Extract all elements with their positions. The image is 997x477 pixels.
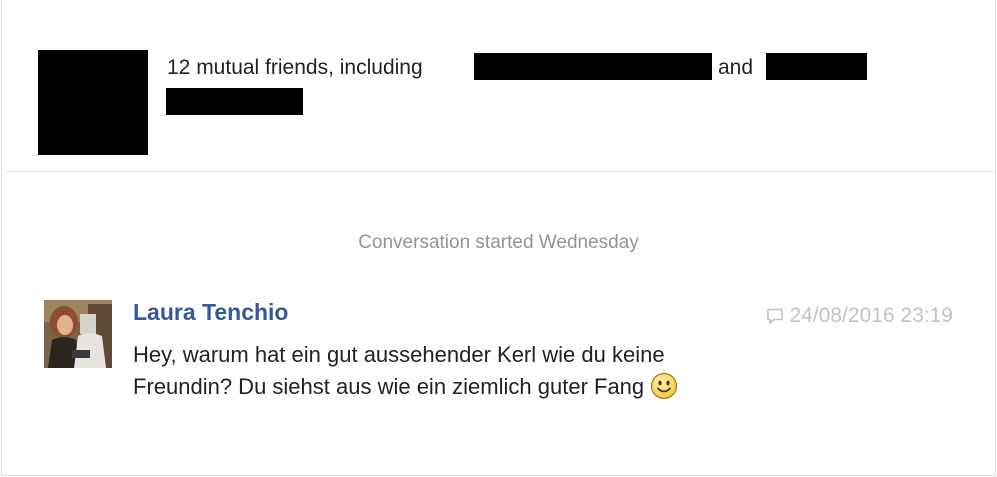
mutual-friends-and: and <box>718 56 754 79</box>
redacted-friend-name <box>766 53 867 80</box>
redacted-profile-photo <box>38 50 148 155</box>
timestamp-text: 24/08/2016 23:19 <box>789 304 954 327</box>
message-line: Hey, warum hat ein gut aussehender Kerl … <box>133 342 665 367</box>
message-line: Freundin? Du siehst aus wie ein ziemlich… <box>133 371 853 403</box>
redacted-friend-name <box>166 88 303 115</box>
chat-bubble-icon <box>766 307 784 325</box>
smiley-face-icon <box>650 372 678 400</box>
message-line-text: Freundin? Du siehst aus wie ein ziemlich… <box>133 374 645 399</box>
sender-name-link[interactable]: Laura Tenchio <box>133 299 289 326</box>
sender-avatar[interactable] <box>44 300 112 368</box>
mutual-friends-text: 12 mutual friends, including <box>167 56 423 79</box>
message-thread-panel: 12 mutual friends, including and Convers… <box>1 0 996 476</box>
mutual-friends-header: 12 mutual friends, including and <box>2 0 995 172</box>
conversation-started-label: Conversation started Wednesday <box>358 232 639 253</box>
redacted-friend-name <box>474 53 712 80</box>
message-timestamp: 24/08/2016 23:19 <box>766 304 954 328</box>
message-body: Hey, warum hat ein gut aussehender Kerl … <box>133 339 853 403</box>
